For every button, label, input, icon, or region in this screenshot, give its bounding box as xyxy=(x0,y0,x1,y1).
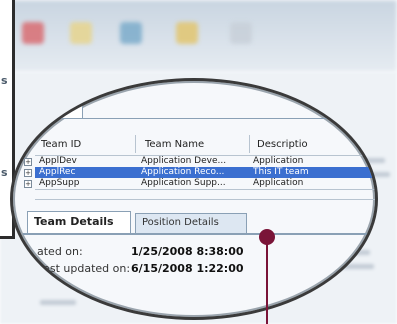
cell-description: Application xyxy=(253,178,304,188)
toolbar-close-icon xyxy=(22,22,44,44)
last-updated-value: 6/15/2008 1:22:00 xyxy=(131,262,244,275)
cell-description: Application xyxy=(253,156,304,166)
tab-team-label: am xyxy=(38,102,59,116)
panel-letter: s xyxy=(1,166,8,179)
last-updated-label: Last updated on: xyxy=(37,262,131,275)
panel-letter: s xyxy=(1,74,8,87)
column-header-team-name[interactable]: Team Name xyxy=(145,139,204,150)
cell-team-name: Application Supp... xyxy=(141,178,226,188)
cell-team-name: Application Deve... xyxy=(141,156,227,166)
tab-strip-rule xyxy=(31,118,375,119)
background-toolbar xyxy=(0,0,397,72)
column-header-description[interactable]: Descriptio xyxy=(257,139,308,150)
column-header-team-id[interactable]: Team ID xyxy=(41,139,81,150)
toolbar-pin-icon xyxy=(176,22,198,44)
table-row-selected[interactable]: + ApplRec Application Reco... This IT te… xyxy=(24,167,375,178)
grid-bottom-rule xyxy=(35,199,375,200)
toolbar-refresh-icon xyxy=(120,22,142,44)
tab-team-details[interactable]: Team Details xyxy=(27,211,131,233)
magnifier-lens: am Team ID Team Name Descriptio + ApplDe… xyxy=(10,78,378,320)
callout-pointer-line xyxy=(266,240,268,324)
table-row[interactable]: + ApplDev Application Deve... Applicatio… xyxy=(24,156,375,167)
expand-icon[interactable]: + xyxy=(24,158,32,166)
tab-team[interactable]: am xyxy=(31,93,83,119)
created-on-label: ated on: xyxy=(37,245,83,258)
table-row[interactable]: + AppSupp Application Supp... Applicatio… xyxy=(24,178,375,189)
cell-team-id: ApplRec xyxy=(39,167,76,177)
cell-team-id: AppSupp xyxy=(39,178,80,188)
column-separator[interactable] xyxy=(135,135,136,153)
grid-bottom-rule xyxy=(35,189,375,190)
cell-team-name: Application Reco... xyxy=(141,167,225,177)
expand-icon[interactable]: + xyxy=(24,169,32,177)
expand-icon[interactable]: + xyxy=(24,180,32,188)
grid-header: Team ID Team Name Descriptio xyxy=(35,133,375,156)
toolbar-tag-icon xyxy=(70,22,92,44)
detail-tab-bar: Team Details Position Details xyxy=(23,209,375,235)
detail-tab-rule xyxy=(23,233,375,235)
toolbar-grid-icon xyxy=(230,22,252,44)
cell-description: This IT team xyxy=(253,167,309,177)
tab-position-details[interactable]: Position Details xyxy=(135,213,247,233)
created-on-value: 1/25/2008 8:38:00 xyxy=(131,245,244,258)
column-separator[interactable] xyxy=(249,135,250,153)
cell-team-id: ApplDev xyxy=(39,156,77,166)
teams-grid: Team ID Team Name Descriptio + ApplDev A… xyxy=(24,133,375,189)
